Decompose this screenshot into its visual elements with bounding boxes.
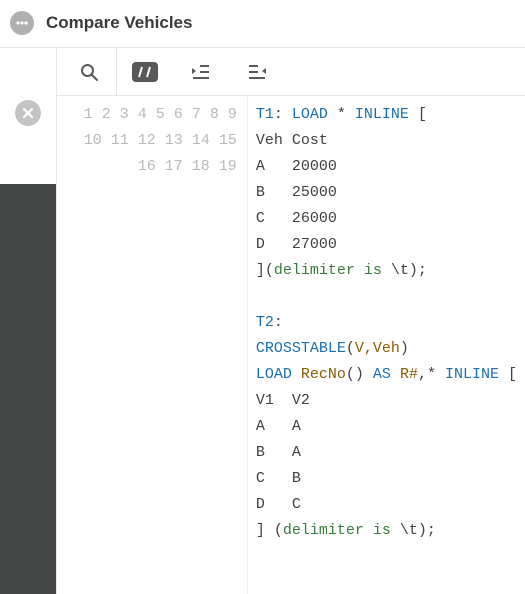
close-icon[interactable] — [15, 100, 41, 126]
editor-area: 1 2 3 4 5 6 7 8 9 10 11 12 13 14 15 16 1… — [56, 48, 525, 594]
toolbar — [57, 48, 525, 96]
code-content[interactable]: T1: LOAD * INLINE [ Veh Cost A 20000 B 2… — [248, 96, 525, 594]
search-icon[interactable] — [61, 48, 117, 96]
outdent-icon[interactable] — [229, 48, 285, 96]
header: Compare Vehicles — [0, 0, 525, 48]
left-dark-panel — [0, 184, 56, 594]
line-number-gutter: 1 2 3 4 5 6 7 8 9 10 11 12 13 14 15 16 1… — [57, 96, 248, 594]
code-editor[interactable]: 1 2 3 4 5 6 7 8 9 10 11 12 13 14 15 16 1… — [57, 96, 525, 594]
comment-toggle-icon[interactable] — [117, 48, 173, 96]
page-title: Compare Vehicles — [46, 13, 192, 33]
app-icon — [10, 11, 34, 35]
body: 1 2 3 4 5 6 7 8 9 10 11 12 13 14 15 16 1… — [0, 48, 525, 594]
indent-icon[interactable] — [173, 48, 229, 96]
